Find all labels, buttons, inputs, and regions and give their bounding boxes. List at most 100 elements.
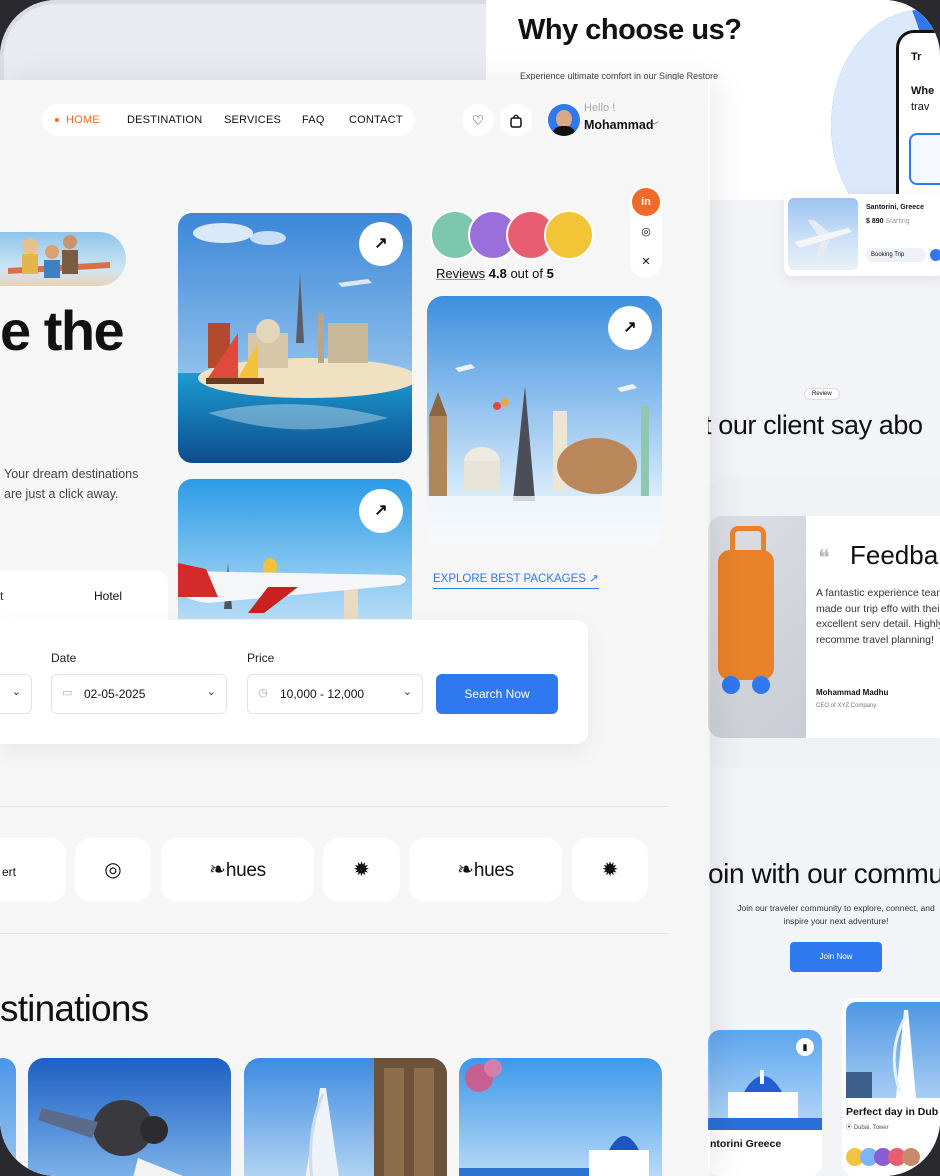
chevron-down-icon: ⌄ — [402, 686, 412, 698]
dubai-image — [846, 1002, 940, 1098]
hues-logo-tile: ❧hues — [409, 838, 562, 902]
chevron-down-icon[interactable]: ﹀ — [650, 119, 659, 132]
trip-card[interactable]: Santorini, Greece $ 890 Starting Booking… — [784, 194, 940, 276]
phone-text-1: Tr — [911, 51, 922, 63]
date-value: 02-05-2025 — [84, 687, 146, 701]
nav-contact[interactable]: CONTACT — [349, 114, 403, 126]
hero-title: e the — [0, 299, 125, 362]
avatar — [544, 210, 594, 260]
divider — [0, 933, 668, 934]
phone-text-3: trav — [911, 101, 930, 113]
calendar-icon: ▭ — [62, 687, 73, 699]
world-landmarks-card[interactable]: ↗ — [178, 213, 412, 463]
booking-trip-button[interactable]: Booking Trip — [866, 248, 926, 262]
phone-card — [909, 133, 940, 185]
nav-faq[interactable]: FAQ — [302, 114, 325, 126]
date-label: Date — [51, 651, 77, 665]
heart-icon[interactable]: ♡ — [462, 104, 494, 136]
luggage-body — [718, 550, 774, 680]
hues-logo-icon: ❧ — [457, 859, 474, 881]
instagram-icon[interactable]: ◎ — [632, 218, 660, 246]
nav-destination[interactable]: DESTINATION — [127, 114, 202, 126]
chevron-down-icon: ⌄ — [11, 686, 21, 698]
partial-select[interactable]: ⌄ — [0, 674, 32, 714]
sunburst-icon: ✹ — [353, 859, 370, 881]
hues-logo-tile: ❧hues — [161, 838, 314, 902]
destinations-title: stinations — [0, 988, 149, 1029]
trip-name: Santorini, Greece — [866, 204, 924, 211]
destination-card-skydive[interactable] — [28, 1058, 231, 1176]
community-text: Join our traveler community to explore, … — [737, 903, 935, 926]
feedback-role: CEO of XYZ Company — [816, 703, 877, 709]
why-title: Why choose us? — [518, 14, 742, 46]
quote-icon: ❝ — [818, 546, 830, 571]
gallery-card-santorini[interactable]: ▮ ntorini Greece — [708, 1030, 822, 1176]
user-name[interactable]: Mohammad — [584, 118, 653, 132]
sunburst-logo-tile: ✹ — [572, 838, 648, 902]
search-now-button[interactable]: Search Now — [436, 674, 558, 714]
community-title: oin with our commu — [708, 858, 940, 889]
avatar-shirt — [552, 126, 576, 136]
date-field[interactable]: ▭ 02-05-2025 ⌄ — [51, 674, 227, 714]
nav-services[interactable]: SERVICES — [224, 114, 281, 126]
phone-mockup: Tr Whe trav — [896, 30, 940, 216]
avatar — [902, 1148, 920, 1166]
price-value: 10,000 - 12,000 — [280, 687, 365, 701]
bag-icon[interactable] — [500, 104, 532, 136]
hero-subtitle: Your dream destinations are just a click… — [4, 467, 139, 501]
front-screen: HOME DESTINATION SERVICES FAQ CONTACT ♡ … — [0, 80, 708, 1176]
gallery-avatars — [846, 1148, 922, 1168]
phone-text-2: Whe — [911, 85, 935, 97]
trip-action-dot[interactable] — [930, 249, 940, 261]
destination-card-dubai[interactable] — [244, 1058, 447, 1176]
europe-landmarks-card[interactable]: ↗ — [427, 296, 662, 546]
arrow-up-right-icon: ↗ — [589, 573, 599, 585]
feedback-title: Feedba — [850, 540, 939, 570]
compass-logo-tile: ◎ — [75, 838, 151, 902]
trip-price: $ 890 Starting — [866, 218, 910, 225]
clock-icon: ◷ — [258, 687, 268, 699]
join-now-button[interactable]: Join Now — [790, 942, 882, 972]
nav-home[interactable]: HOME — [55, 114, 100, 126]
feedback-text: A fantastic experience team made our tri… — [816, 587, 940, 646]
chevron-down-icon: ⌄ — [206, 686, 216, 698]
main-nav: HOME DESTINATION SERVICES FAQ CONTACT — [42, 104, 415, 136]
arrow-up-right-icon[interactable]: ↗ — [359, 222, 403, 266]
device-frame: Why choose us? Experience ultimate comfo… — [0, 0, 940, 1176]
compass-icon: ◎ — [104, 859, 122, 881]
reviewer-avatars — [430, 210, 594, 260]
tab-hotel[interactable]: Hotel — [94, 589, 122, 603]
arrow-up-right-icon[interactable]: ↗ — [359, 489, 403, 533]
user-greeting: Hello ! — [584, 102, 616, 114]
tab-partial[interactable]: t — [0, 589, 3, 603]
travelers-image-pill — [0, 232, 126, 286]
gallery-name: ntorini Greece — [710, 1138, 782, 1150]
feedback-author: Mohammad Madhu — [816, 688, 889, 697]
luggage-wheel — [752, 676, 770, 694]
arrow-up-right-icon[interactable]: ↗ — [608, 306, 652, 350]
review-pill: Review — [804, 388, 840, 400]
sunburst-logo-tile: ✹ — [323, 838, 400, 902]
price-field[interactable]: ◷ 10,000 - 12,000 ⌄ — [247, 674, 423, 714]
logo-tile-partial: ert — [0, 838, 66, 902]
hues-logo-icon: ❧ — [209, 859, 226, 881]
social-links: in ◎ ✕ — [630, 186, 662, 278]
airplane-card[interactable]: ↗ — [178, 479, 412, 619]
gallery-location: ⦿ Dubai, Tower — [846, 1125, 889, 1131]
airplane-image — [788, 198, 858, 270]
destination-card-santorini[interactable] — [459, 1058, 662, 1176]
sunburst-icon: ✹ — [601, 859, 619, 881]
luggage-wheel — [722, 676, 740, 694]
client-section-title: t our client say abo — [704, 410, 923, 440]
linkedin-icon[interactable]: in — [632, 188, 660, 216]
reviews-summary: Reviews 4.8 out of 5 — [436, 266, 554, 281]
user-avatar[interactable] — [548, 104, 580, 136]
explore-packages-link[interactable]: EXPLORE BEST PACKAGES ↗ — [433, 571, 599, 589]
x-icon[interactable]: ✕ — [632, 248, 660, 276]
bookmark-icon[interactable]: ▮ — [796, 1038, 814, 1056]
destination-card[interactable] — [0, 1058, 16, 1176]
divider — [0, 806, 668, 807]
gallery-name: Perfect day in Dub — [846, 1106, 939, 1118]
gallery-card-dubai[interactable]: Perfect day in Dub ⦿ Dubai, Tower — [842, 998, 940, 1176]
price-label: Price — [247, 651, 275, 665]
